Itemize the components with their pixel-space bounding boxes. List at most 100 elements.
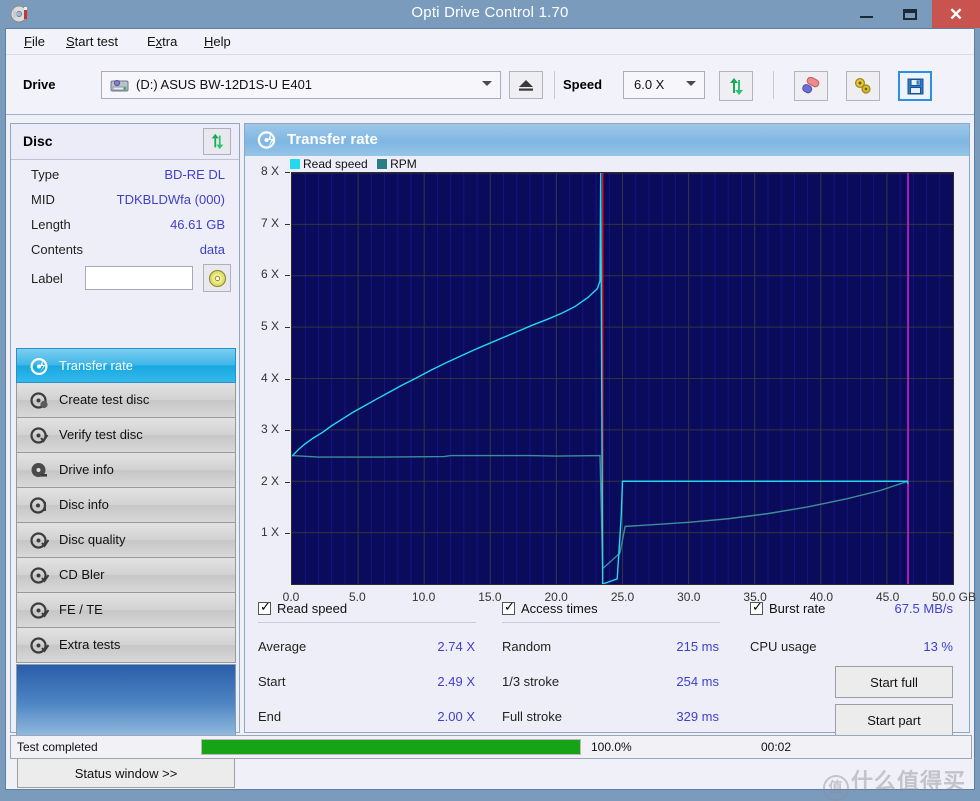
y-tick-label: 1 X	[260, 525, 279, 540]
access-times-checkbox[interactable]: ✓	[502, 599, 515, 615]
sidebar-item-label: Transfer rate	[59, 358, 133, 373]
read-speed-checkbox[interactable]: ✓	[258, 599, 271, 615]
cd-bler-icon	[30, 566, 50, 585]
sidebar-item-verify-test-disc[interactable]: Verify test disc	[16, 418, 236, 453]
minimize-button[interactable]	[844, 0, 888, 28]
refresh-button[interactable]	[719, 71, 753, 101]
stat-value-start: 2.49 X	[437, 674, 475, 689]
sidebar-item-label: Disc info	[59, 497, 109, 512]
disc-header-title: Disc	[23, 133, 53, 149]
start-part-label: Start part	[867, 712, 921, 728]
drive-icon	[110, 79, 129, 92]
y-tick-label: 8 X	[260, 164, 279, 178]
sidebar-item-disc-quality[interactable]: Disc quality	[16, 523, 236, 558]
menu-extra[interactable]: Extra	[139, 33, 185, 51]
drive-info-icon	[30, 461, 49, 480]
transfer-rate-icon	[257, 130, 277, 150]
y-tick-mark	[285, 172, 290, 173]
start-full-button[interactable]: Start full	[835, 666, 953, 698]
drive-value: (D:) ASUS BW-12D1S-U E401	[136, 77, 313, 92]
burst-rate-checkbox[interactable]: ✓	[750, 599, 763, 615]
disc-row-label: Label	[11, 264, 239, 298]
y-tick-mark	[285, 533, 290, 535]
status-bar: Test completed 100.0% 00:02	[10, 735, 972, 759]
menu-file[interactable]: File	[16, 33, 53, 51]
y-tick-label: 7 X	[260, 215, 279, 230]
sidebar-item-cd-bler[interactable]: CD Bler	[16, 558, 236, 593]
speed-select[interactable]: 6.0 X	[623, 71, 705, 99]
drive-select[interactable]: (D:) ASUS BW-12D1S-U E401	[101, 71, 501, 99]
refresh-icon	[729, 77, 743, 95]
gears-icon	[854, 77, 871, 94]
maximize-button[interactable]	[888, 0, 932, 28]
menu-bar: File Start test Extra Help	[6, 29, 974, 55]
close-button[interactable]: ✕	[932, 0, 980, 28]
start-part-button[interactable]: Start part	[835, 704, 953, 736]
sidebar-item-disc-info[interactable]: Disc info	[16, 488, 236, 523]
sidebar-item-extra-tests[interactable]: Extra tests	[16, 628, 236, 663]
y-tick-label: 6 X	[260, 267, 279, 282]
chart-plot-area	[291, 172, 954, 585]
watermark-text: 什么值得买	[850, 769, 966, 794]
sidebar-item-create-test-disc[interactable]: Create test disc	[16, 383, 236, 418]
disc-row-value: 46.61 GB	[170, 217, 225, 232]
right-panel: Transfer rate Read speed RPM 1 X 2 X 3 X 4 …	[244, 123, 976, 736]
disc-label-refresh-button[interactable]	[203, 264, 231, 292]
erase-button[interactable]	[794, 71, 828, 101]
window-title: Opti Drive Control 1.70	[411, 4, 569, 21]
disc-label-input[interactable]	[85, 266, 193, 290]
maximize-icon	[903, 8, 917, 20]
save-button[interactable]	[898, 71, 932, 101]
y-tick-mark	[285, 481, 290, 483]
chart-canvas	[291, 172, 953, 585]
settings-button[interactable]	[846, 71, 880, 101]
disc-create-icon	[30, 391, 49, 410]
disc-info-icon	[29, 496, 49, 515]
left-panel: Disc Type BD-RE DL MID TDKBLDWfa (000) L…	[10, 123, 240, 788]
elapsed-time: 00:02	[761, 740, 792, 754]
progress-bar	[201, 739, 581, 755]
client-area: File Start test Extra Help Drive (D:) AS…	[5, 28, 976, 801]
save-floppy-icon	[907, 78, 923, 94]
check-icon: ✓	[504, 599, 515, 614]
status-window-button[interactable]: Status window >>	[17, 758, 235, 788]
speed-label: Speed	[563, 77, 603, 92]
disc-row-length: Length 46.61 GB	[11, 214, 239, 239]
stat-key-cpu-usage: CPU usage	[750, 639, 817, 654]
watermark-icon: 值	[822, 775, 849, 801]
extra-tests-icon	[30, 636, 50, 655]
watermark: 值什么值得买	[822, 764, 966, 801]
stat-key-random: Random	[502, 639, 552, 654]
chevron-down-icon	[482, 81, 492, 86]
stat-value-third-stroke: 254 ms	[676, 674, 719, 689]
disc-info-list: Type BD-RE DL MID TDKBLDWfa (000) Length…	[11, 164, 239, 298]
disc-row-value: data	[199, 242, 225, 257]
stat-key-average: Average	[258, 639, 307, 654]
sidebar-item-transfer-rate[interactable]: Transfer rate	[16, 348, 236, 383]
disc-refresh-button[interactable]	[203, 128, 231, 155]
stat-key-third-stroke: 1/3 stroke	[502, 674, 560, 689]
disc-label-key: Label	[31, 271, 63, 286]
close-icon: ✕	[948, 4, 964, 24]
legend-swatch-rpm	[377, 159, 388, 169]
divider	[258, 622, 476, 623]
legend-swatch-read-speed	[290, 159, 300, 169]
check-icon: ✓	[752, 599, 763, 614]
y-tick-mark	[285, 223, 290, 225]
burst-rate-checkbox-label: Burst rate	[769, 601, 826, 616]
check-icon: ✓	[260, 599, 271, 614]
menu-start-test[interactable]: Start test	[58, 33, 126, 51]
disc-row-key: Contents	[31, 242, 84, 257]
stat-value-full-stroke: 329 ms	[676, 709, 719, 724]
eject-button[interactable]	[509, 71, 543, 99]
menu-help[interactable]: Help	[196, 33, 239, 51]
sidebar-item-fe-te[interactable]: FE / TE	[16, 593, 236, 628]
disc-row-mid: MID TDKBLDWfa (000)	[11, 189, 239, 214]
sidebar-item-label: Create test disc	[59, 392, 150, 407]
legend-label-rpm: RPM	[390, 157, 417, 171]
y-tick-label: 4 X	[260, 370, 279, 385]
sidebar-item-drive-info[interactable]: Drive info	[16, 453, 236, 488]
y-tick-label: 5 X	[260, 318, 279, 333]
panel-header: Transfer rate	[245, 124, 969, 156]
burst-rate-value: 67.5 MB/s	[894, 601, 953, 616]
